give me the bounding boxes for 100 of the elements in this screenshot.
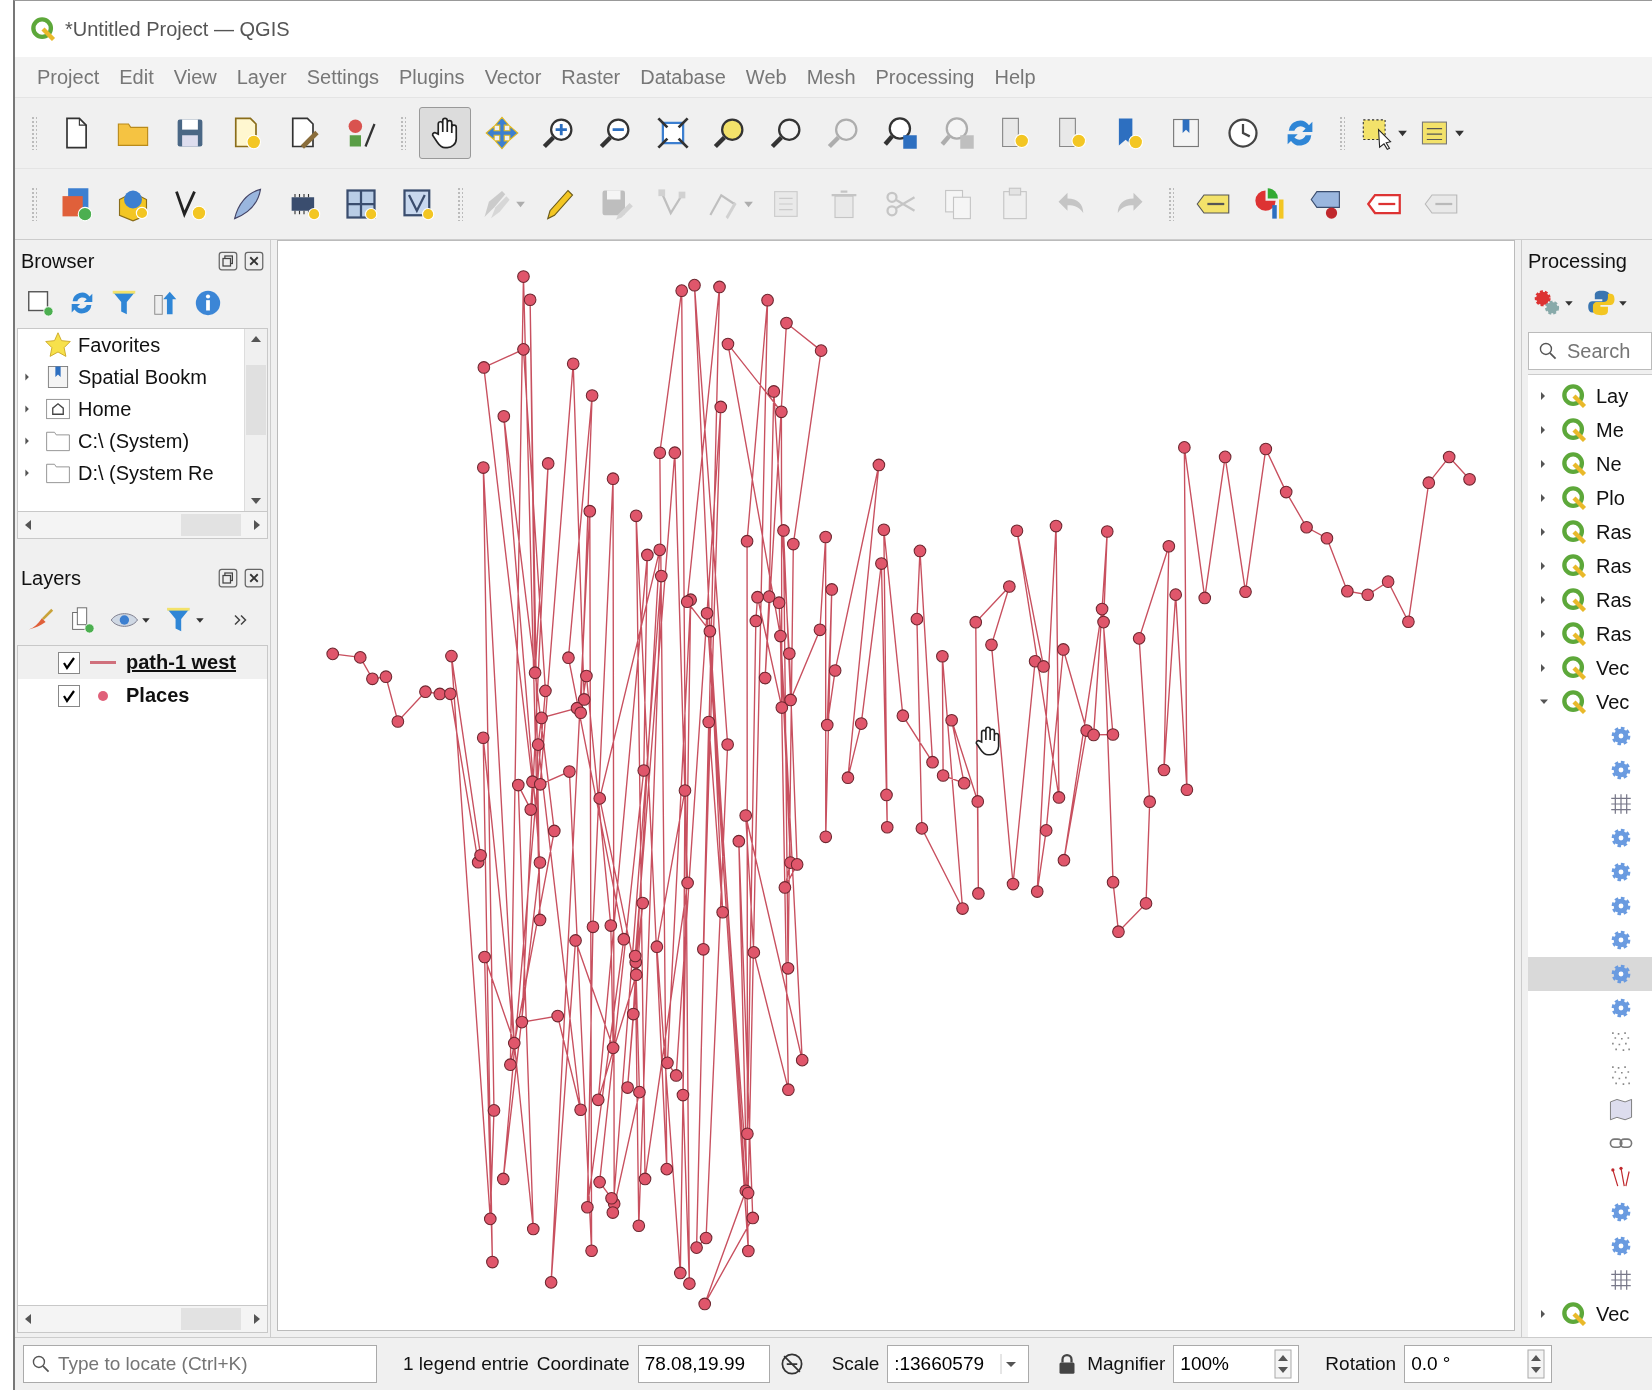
layer-name: path-1 west [126, 651, 237, 674]
menu-item[interactable]: Help [986, 61, 1044, 93]
field-label: Magnifier [1087, 1353, 1166, 1375]
item-label: Me [1596, 418, 1624, 442]
layer-name: Places [126, 684, 190, 707]
grid-icon [1608, 791, 1634, 817]
menu-item[interactable]: Web [737, 61, 795, 93]
q-logo-icon [1560, 382, 1588, 410]
close-icon[interactable] [244, 251, 264, 271]
menu-item[interactable]: Mesh [798, 61, 864, 93]
horizontal-scrollbar[interactable] [17, 512, 268, 539]
item-label: Vec [1596, 690, 1630, 714]
search-input[interactable]: Search [1565, 338, 1639, 364]
scale-dropdown[interactable]: :13660579 [887, 1345, 1030, 1383]
q-logo-icon [1560, 552, 1588, 580]
checkbox[interactable] [58, 684, 80, 707]
tree-item[interactable]: Favorites [18, 329, 244, 361]
checkmark-icon [62, 655, 76, 670]
tree-item[interactable]: Lay [1528, 379, 1652, 413]
hand-icon[interactable] [419, 107, 471, 159]
qgis-logo-icon [29, 15, 57, 43]
menu-item[interactable]: Layer [228, 61, 295, 93]
menu-item[interactable]: Vector [476, 61, 550, 93]
field-label: Scale [831, 1353, 880, 1375]
menu-item[interactable]: Settings [298, 61, 387, 93]
gears-icon[interactable] [1532, 288, 1574, 318]
item-label: Vec [1596, 656, 1630, 680]
grid-icon [1608, 1267, 1634, 1293]
field-label: Coordinate [536, 1353, 630, 1375]
close-icon[interactable] [244, 568, 264, 588]
q-logo-icon [1560, 654, 1588, 682]
checkbox[interactable] [58, 651, 80, 674]
magnifier-input[interactable]: 100% [1180, 1353, 1269, 1375]
tree-item[interactable]: Ne [1528, 447, 1652, 481]
panel-title: Processing [1528, 249, 1628, 273]
window-title: *Untitled Project — QGIS [65, 17, 290, 41]
item-label: Ras [1596, 554, 1632, 578]
menu-item[interactable]: Raster [553, 61, 629, 93]
checkmark-icon [62, 688, 76, 703]
coordinate-input[interactable]: 78.08,19.99 [644, 1353, 763, 1375]
spin-arrows-icon[interactable] [1274, 1349, 1293, 1379]
map-icon [1608, 1097, 1634, 1123]
tree-item[interactable]: Vec [1528, 685, 1652, 719]
item-label: Favorites [78, 333, 161, 357]
item-label: Spatial Bookm [78, 365, 207, 389]
tree-item[interactable]: Ras [1528, 515, 1652, 549]
search-field[interactable]: Search [1528, 332, 1652, 370]
q-logo-icon [1560, 518, 1588, 546]
panel-title: Browser [21, 249, 96, 273]
horizontal-scrollbar[interactable] [17, 1306, 268, 1333]
python-icon[interactable] [1586, 288, 1628, 318]
rotation-spinbox[interactable]: 0.0 ° [1404, 1345, 1553, 1383]
tree-item[interactable]: D:\ (System Re [18, 457, 244, 489]
item-label: Ne [1596, 452, 1622, 476]
tree-item[interactable]: Ras [1528, 583, 1652, 617]
magnifier-spinbox[interactable]: 100% [1173, 1345, 1300, 1383]
rotation-input[interactable]: 0.0 ° [1411, 1353, 1522, 1375]
menu-item[interactable]: Database [632, 61, 734, 93]
tree-item[interactable]: Spatial Bookm [18, 361, 244, 393]
item-label: Ras [1596, 622, 1632, 646]
search-icon [30, 1353, 52, 1375]
tree-item[interactable]: Ras [1528, 549, 1652, 583]
tree-item[interactable]: C:\ (System) [18, 425, 244, 457]
float-icon[interactable] [218, 568, 238, 588]
panel-title: Layers [21, 566, 83, 590]
info-icon[interactable] [193, 288, 223, 318]
q-logo-icon [1560, 484, 1588, 512]
item-label: Home [78, 397, 132, 421]
add-icon[interactable] [25, 288, 55, 318]
layer-row[interactable]: path-1 west [18, 646, 267, 679]
q-logo-icon [1560, 620, 1588, 648]
menu-item[interactable]: Processing [867, 61, 983, 93]
tree-item[interactable]: Ras [1528, 617, 1652, 651]
tree-item[interactable]: Home [18, 393, 244, 425]
tree-item[interactable]: Vec [1528, 651, 1652, 685]
menu-item[interactable]: Edit [111, 61, 162, 93]
menu-item[interactable]: Plugins [391, 61, 473, 93]
item-label: Lay [1596, 384, 1629, 408]
legend-count: 1 legend entrie [403, 1353, 529, 1375]
tree-item[interactable]: Vec [1528, 1297, 1652, 1331]
star-icon [44, 331, 72, 359]
item-label: D:\ (System Re [78, 461, 214, 485]
float-icon[interactable] [218, 251, 238, 271]
locator-field[interactable]: Type to locate (Ctrl+K) [23, 1345, 377, 1383]
tree-item[interactable]: Me [1528, 413, 1652, 447]
vertical-scrollbar[interactable] [244, 329, 267, 511]
tree-item[interactable]: Plo [1528, 481, 1652, 515]
menu-item[interactable]: Project [29, 61, 108, 93]
q-logo-icon [1560, 586, 1588, 614]
spin-arrows-icon[interactable] [1527, 1349, 1546, 1379]
item-label: Ras [1596, 588, 1632, 612]
item-label: C:\ (System) [78, 429, 190, 453]
coordinate-field[interactable]: 78.08,19.99 [637, 1345, 770, 1383]
layer-row[interactable]: Places [18, 679, 267, 712]
search-icon [1537, 340, 1559, 362]
item-label: Plo [1596, 486, 1625, 510]
q-logo-icon [1560, 688, 1588, 716]
menu-item[interactable]: View [165, 61, 225, 93]
locator-input[interactable]: Type to locate (Ctrl+K) [58, 1353, 348, 1375]
scale-input[interactable]: :13660579 [894, 1353, 995, 1375]
